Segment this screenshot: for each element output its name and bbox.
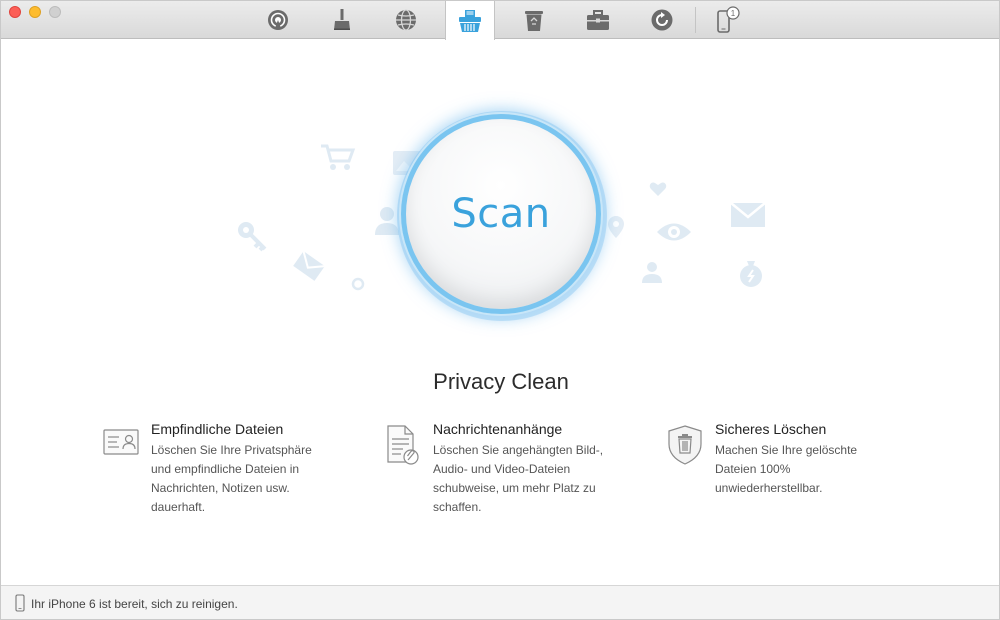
shield-trash-icon (668, 425, 702, 465)
eye-icon (657, 223, 691, 241)
group-icon (642, 262, 662, 283)
backup-restore-icon (651, 9, 673, 31)
status-bar: Ihr iPhone 6 ist bereit, sich zu reinige… (1, 585, 999, 619)
key-icon (238, 222, 267, 252)
toolbar-cleanup-button[interactable] (317, 1, 367, 39)
toolbox-icon (587, 10, 609, 30)
page-title: Privacy Clean (433, 369, 569, 394)
globe-icon (396, 9, 416, 31)
device-icon: 1 (717, 6, 740, 33)
toolbar: 1 (1, 1, 999, 40)
trash-icon (525, 11, 543, 31)
toolbar-backup-button[interactable] (637, 1, 687, 39)
shopping-cart-icon (321, 144, 356, 170)
id-card-icon (103, 429, 139, 455)
feature-description: Löschen Sie Ihre Privatsphäre und empfin… (151, 443, 312, 514)
toolbar-trash-button[interactable] (509, 1, 559, 39)
zoom-window-button[interactable] (49, 6, 61, 18)
feature-title: Nachrichtenanhänge (433, 421, 563, 437)
toolbar-device-button[interactable]: 1 (703, 1, 753, 39)
toolbar-privacy-button[interactable] (445, 1, 495, 40)
toolbar-internet-button[interactable] (381, 1, 431, 39)
money-bag-icon (740, 261, 762, 287)
iphone-icon (15, 594, 25, 612)
location-pin-icon (608, 216, 624, 238)
feature-title: Sicheres Löschen (715, 421, 827, 437)
broom-icon (334, 9, 350, 30)
toolbar-airbackup-button[interactable] (253, 1, 303, 39)
device-count-badge: 1 (731, 9, 736, 18)
status-text: Ihr iPhone 6 ist bereit, sich zu reinige… (31, 597, 238, 611)
feature-title: Empfindliche Dateien (151, 421, 284, 437)
toolbar-toolbox-button[interactable] (573, 1, 623, 39)
envelope-tilted-icon (293, 250, 325, 281)
close-window-button[interactable] (9, 6, 21, 18)
scan-button-label: Scan (451, 191, 551, 237)
heart-icon (649, 182, 667, 196)
feature-description: Machen Sie Ihre gelöschte Dateien 100% u… (715, 443, 858, 495)
app-window: 1 Scan Privacy Clean Empfindliche Dateie… (0, 0, 1000, 620)
mail-icon (730, 202, 766, 227)
scan-button[interactable]: Scan (401, 114, 601, 314)
document-attachment-icon (387, 425, 419, 465)
toolbar-separator (695, 7, 696, 33)
minimize-window-button[interactable] (29, 6, 41, 18)
feature-description: Löschen Sie angehängten Bild-, Audio- un… (433, 443, 604, 514)
refresh-small-icon (351, 277, 365, 291)
shredder-icon (459, 9, 481, 32)
airbackup-icon (268, 10, 288, 30)
